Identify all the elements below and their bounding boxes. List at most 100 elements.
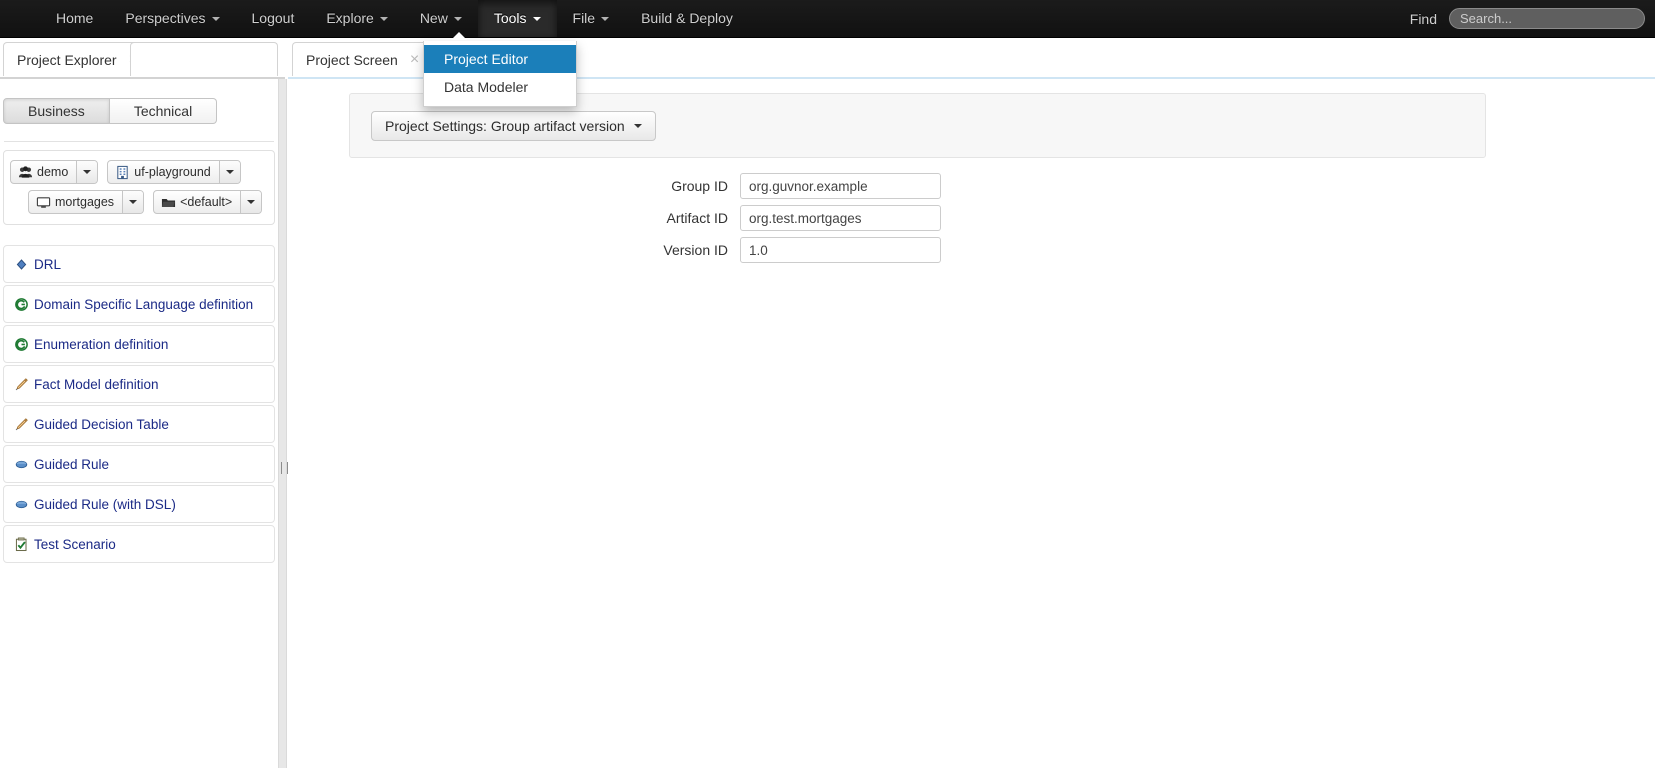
breadcrumb-item-text: demo: [37, 165, 68, 179]
asset-item-label: Domain Specific Language definition: [34, 297, 253, 312]
pencil-icon: [14, 377, 29, 392]
technical-view-button[interactable]: Technical: [110, 98, 217, 124]
chevron-down-icon[interactable]: [76, 161, 97, 183]
breadcrumb-repository-label: uf-playground: [108, 161, 218, 183]
find-link[interactable]: Find: [1410, 11, 1437, 27]
menu-item-label: Tools: [494, 0, 527, 37]
version-id-label: Version ID: [349, 242, 740, 258]
project-settings-dropdown-button[interactable]: Project Settings: Group artifact version: [371, 111, 656, 141]
asset-item-label: Guided Decision Table: [34, 417, 169, 432]
artifact-id-field[interactable]: [740, 205, 941, 231]
ellipse-icon: [14, 497, 29, 512]
breadcrumb: demo: [3, 150, 275, 225]
breadcrumb-repository[interactable]: uf-playground: [107, 160, 240, 184]
project-settings-dropdown-label: Project Settings: Group artifact version: [385, 118, 625, 134]
menu-item-label: Logout: [252, 0, 295, 37]
clipboard-check-icon: [14, 537, 29, 552]
repository-icon: [115, 165, 130, 180]
form-row: Version ID: [349, 237, 941, 263]
asset-item-fact-model-definition[interactable]: Fact Model definition: [3, 365, 275, 403]
asset-item-test-scenario[interactable]: Test Scenario: [3, 525, 275, 563]
enum-circle-icon: [14, 337, 29, 352]
breadcrumb-organizational-unit[interactable]: demo: [10, 160, 98, 184]
dsl-circle-icon: [14, 297, 29, 312]
artifact-id-label: Artifact ID: [349, 210, 740, 226]
asset-item-domain-specific-language-definition[interactable]: Domain Specific Language definition: [3, 285, 275, 323]
tab-project-screen[interactable]: Project Screen ×: [292, 42, 433, 76]
view-mode-toggle-group: Business Technical: [3, 98, 217, 124]
chevron-down-icon[interactable]: [122, 191, 143, 213]
asset-item-label: Test Scenario: [34, 537, 116, 552]
menu-item-label: Explore: [326, 0, 373, 37]
business-view-button[interactable]: Business: [3, 98, 110, 124]
tab-project-screen-label: Project Screen: [306, 52, 398, 68]
asset-type-list: DRL Domain Specific Language definition En…: [3, 245, 275, 563]
breadcrumb-package-label: <default>: [154, 191, 240, 213]
form-row: Artifact ID: [349, 205, 941, 231]
project-explorer-panel: Business Technical: [0, 79, 278, 768]
chevron-down-icon: [454, 17, 462, 21]
breadcrumb-organizational-unit-label: demo: [11, 161, 76, 183]
ellipse-icon: [14, 457, 29, 472]
organizational-unit-icon: [18, 165, 33, 180]
breadcrumb-project-label: mortgages: [29, 191, 122, 213]
main-menu: Home Perspectives Logout Explore New Tools Fil…: [40, 0, 749, 37]
breadcrumb-item-text: mortgages: [55, 195, 114, 209]
asset-item-guided-rule-with-dsl[interactable]: Guided Rule (with DSL): [3, 485, 275, 523]
menu-item-perspectives[interactable]: Perspectives: [109, 0, 235, 37]
dropdown-pointer-arrow: [451, 32, 467, 40]
package-folder-icon: [161, 195, 176, 210]
asset-item-label: Guided Rule (with DSL): [34, 497, 176, 512]
chevron-down-icon[interactable]: [219, 161, 240, 183]
menu-option-data-modeler[interactable]: Data Modeler: [424, 73, 576, 101]
form-row: Group ID: [349, 173, 941, 199]
drl-diamond-icon: [14, 257, 29, 272]
search-input[interactable]: [1449, 8, 1645, 29]
asset-item-guided-rule[interactable]: Guided Rule: [3, 445, 275, 483]
close-icon[interactable]: ×: [410, 52, 419, 68]
left-tabbar-divider: [0, 77, 285, 78]
chevron-down-icon[interactable]: [240, 191, 261, 213]
panel-splitter[interactable]: [278, 79, 287, 768]
project-icon: [36, 195, 51, 210]
chevron-down-icon: [601, 17, 609, 21]
group-artifact-version-form: Group ID Artifact ID Version ID: [349, 173, 941, 269]
asset-item-label: Enumeration definition: [34, 337, 168, 352]
asset-item-label: DRL: [34, 257, 61, 272]
left-tab-bar: Project Explorer ×: [0, 37, 285, 79]
menu-item-build-deploy[interactable]: Build & Deploy: [625, 0, 749, 37]
panel-divider: [4, 141, 274, 142]
asset-item-label: Fact Model definition: [34, 377, 159, 392]
menu-item-label: Build & Deploy: [641, 0, 733, 37]
breadcrumb-project[interactable]: mortgages: [28, 190, 144, 214]
breadcrumb-package[interactable]: <default>: [153, 190, 262, 214]
asset-item-label: Guided Rule: [34, 457, 109, 472]
menu-item-label: Home: [56, 0, 93, 37]
asset-item-enumeration-definition[interactable]: Enumeration definition: [3, 325, 275, 363]
tab-project-explorer-label: Project Explorer: [17, 52, 117, 68]
breadcrumb-item-text: <default>: [180, 195, 232, 209]
chevron-down-icon: [380, 17, 388, 21]
version-id-field[interactable]: [740, 237, 941, 263]
project-editor-content: Project Settings: Group artifact version…: [289, 79, 1655, 768]
menu-item-label: Perspectives: [125, 0, 205, 37]
menu-item-label: File: [573, 0, 596, 37]
pencil-icon: [14, 417, 29, 432]
menu-item-home[interactable]: Home: [40, 0, 109, 37]
tools-dropdown-menu: Project EditorData Modeler: [423, 41, 577, 107]
menu-item-explore[interactable]: Explore: [310, 0, 403, 37]
group-id-field[interactable]: [740, 173, 941, 199]
chevron-down-icon: [212, 17, 220, 21]
breadcrumb-row-top: demo: [10, 160, 268, 184]
menu-option-project-editor[interactable]: Project Editor: [424, 45, 576, 73]
breadcrumb-row-bottom: mortgages <default>: [10, 190, 268, 214]
top-navbar: Home Perspectives Logout Explore New Tools Fil…: [0, 0, 1655, 38]
menu-item-tools[interactable]: Tools: [478, 0, 557, 37]
menu-item-file[interactable]: File: [557, 0, 626, 37]
asset-item-drl[interactable]: DRL: [3, 245, 275, 283]
menu-item-logout[interactable]: Logout: [236, 0, 311, 37]
asset-item-guided-decision-table[interactable]: Guided Decision Table: [3, 405, 275, 443]
menu-item-label: New: [420, 0, 448, 37]
splitter-grip-icon: [281, 462, 288, 474]
chevron-down-icon: [634, 124, 642, 128]
